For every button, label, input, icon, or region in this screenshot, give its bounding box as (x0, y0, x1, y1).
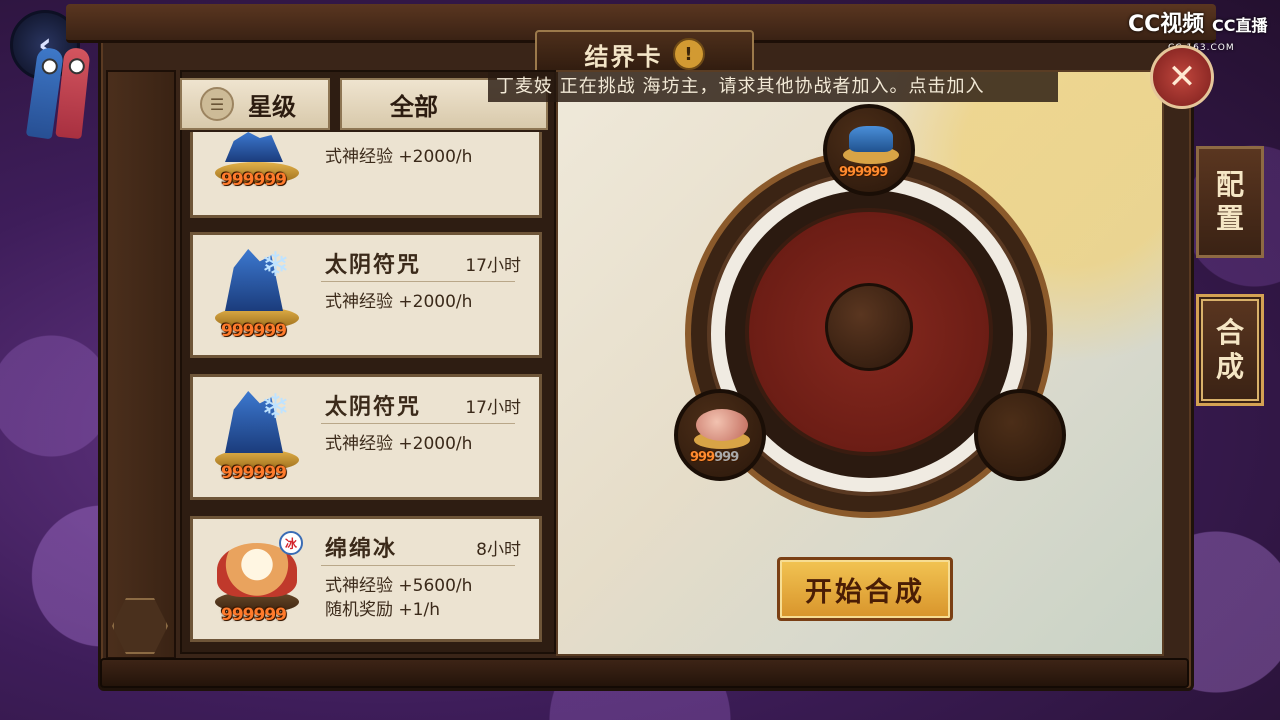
crystal-icon: ❄ 999999 (207, 387, 307, 487)
card-exp: 式神经验 +2000/h (325, 292, 473, 312)
card-exp: 式神经验 +2000/h (325, 434, 473, 454)
all-filter-label: 全部 (390, 92, 438, 121)
tab-synthesis[interactable]: 合成 (1196, 294, 1264, 406)
card-item[interactable]: 冰 999999 绵绵冰 8小时 式神经验 +5600/h 随机奖励 +1/h (190, 516, 542, 642)
crystal-icon: 999999 (207, 132, 307, 202)
card-name: 绵绵冰 (325, 537, 398, 562)
card-name: 太阴符咒 (325, 395, 422, 420)
synthesis-center-slot[interactable] (825, 283, 913, 371)
shaved-ice-icon: 冰 999999 (207, 529, 307, 629)
card-duration: 8小时 (476, 540, 521, 560)
card-duration: 17小时 (465, 256, 521, 276)
star-filter-label: 星级 (248, 92, 296, 121)
card-item[interactable]: ❄ 999999 太阴符咒 17小时 式神经验 +2000/h (190, 232, 542, 358)
card-exp: 式神经验 +5600/h (325, 576, 473, 596)
crystal-icon: ❄ 999999 (207, 245, 307, 345)
food-icon (696, 409, 748, 441)
info-warning-icon[interactable]: ! (672, 38, 705, 70)
close-icon: ✕ (1167, 57, 1197, 97)
synthesis-slot-top[interactable]: 999999 (823, 104, 915, 196)
card-item[interactable]: ❄ 999999 太阴符咒 17小时 式神经验 +2000/h (190, 374, 542, 500)
card-duration: 17小时 (465, 398, 521, 418)
star-filter-button[interactable]: ☰ 星级 (180, 78, 330, 130)
start-synthesis-button[interactable]: 开始合成 (777, 557, 953, 621)
synthesis-slot-left[interactable]: 999999 (674, 389, 766, 481)
filter-icon: ☰ (200, 87, 234, 121)
tab-config[interactable]: 配置 (1196, 146, 1264, 258)
bottom-bar (100, 658, 1189, 688)
close-button[interactable]: ✕ (1150, 45, 1214, 109)
card-name: 太阴符咒 (325, 253, 422, 278)
synthesis-slot-right[interactable] (974, 389, 1066, 481)
left-side-strip (106, 70, 176, 659)
card-exp: 式神经验 +2000/h (325, 147, 473, 167)
coop-notice-banner[interactable]: 丁麦妓 正在挑战 海坊主，请求其他协战者加入。点击加入 (488, 72, 1058, 102)
card-item[interactable]: 999999 式神经验 +2000/h (190, 132, 542, 218)
page-title: 结界卡 (584, 42, 663, 71)
crystal-icon (849, 126, 893, 152)
card-random-reward: 随机奖励 +1/h (325, 600, 440, 620)
